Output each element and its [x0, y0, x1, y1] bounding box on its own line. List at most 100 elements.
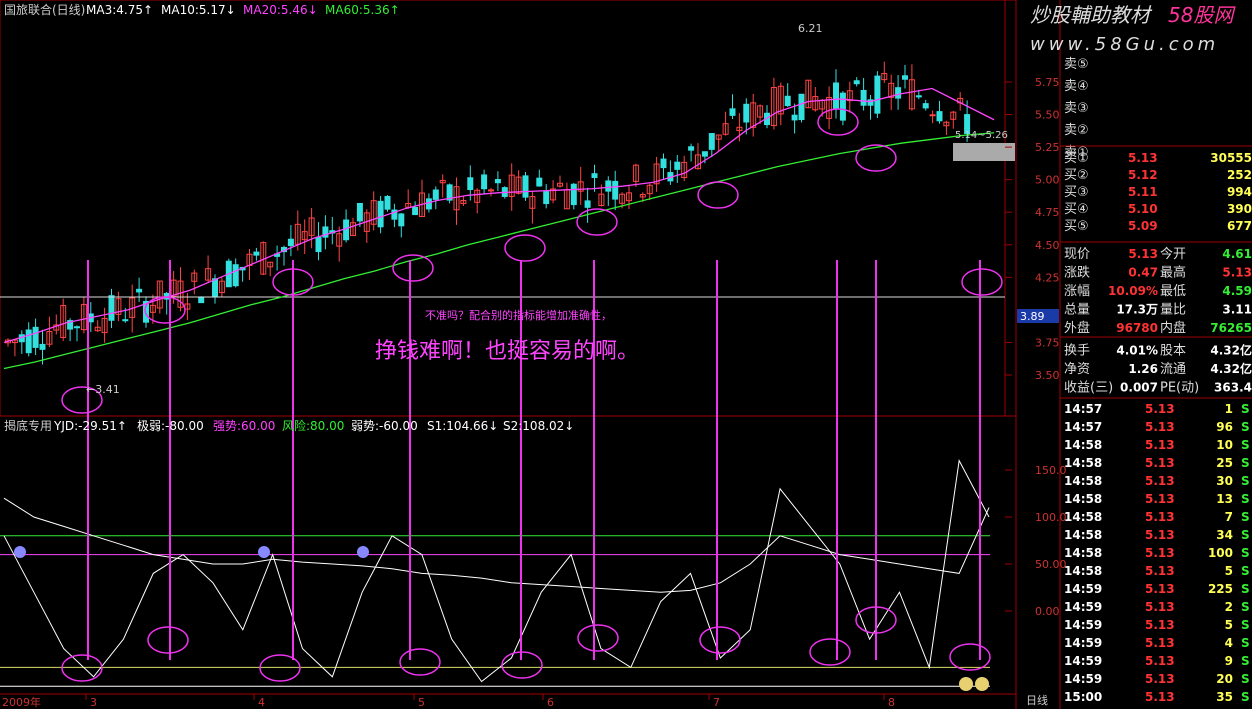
- indicator-tick-label-0: 150.0: [1035, 464, 1067, 477]
- sell-label-2: 卖③: [1064, 101, 1089, 116]
- candle-body-49: [343, 219, 350, 241]
- tick-side-3: S: [1241, 456, 1250, 470]
- candle-body-67: [467, 177, 474, 191]
- tick-side-2: S: [1241, 438, 1250, 452]
- buy-vol-3: 390: [1227, 202, 1252, 216]
- indicator-legend-item-1: 极弱:-80.00: [137, 419, 204, 433]
- indicator-legend: YJD:-29.51↑ 极弱:-80.00 强势:60.00 风险:80.00 弱势:-…: [53, 418, 574, 433]
- stat-value-a-3: 17.3万: [1116, 303, 1158, 317]
- indicator-panel[interactable]: [0, 459, 990, 691]
- indicator-legend-item-3: 风险:80.00: [282, 418, 344, 433]
- candle-body-55: [384, 195, 391, 210]
- annotation-circle-19: [949, 643, 991, 671]
- tick-side-11: S: [1241, 600, 1250, 614]
- candle-body-75: [522, 175, 529, 198]
- tick-vol-14: 9: [1225, 654, 1233, 668]
- candle-body-28: [198, 296, 205, 304]
- buy-price-3: 5.10: [1128, 202, 1158, 216]
- buy-vol-0: 30555: [1210, 151, 1252, 165]
- indicator-legend-item-4: 弱势:-60.00: [351, 419, 418, 433]
- stat-value-a-6: 1.26: [1128, 362, 1158, 376]
- ma-legend-item-0: MA3:4.75↑: [86, 3, 153, 17]
- candle-body-19: [136, 288, 143, 293]
- candle-body-15: [108, 295, 115, 321]
- indicator-tick-label-3: 0.00: [1035, 605, 1060, 618]
- tick-time-9: 14:58: [1064, 564, 1102, 578]
- tick-price-5: 5.13: [1145, 492, 1175, 506]
- ma-legend-item-2: MA20:5.46↓: [243, 3, 318, 17]
- buy-label-2: 买③: [1064, 185, 1089, 200]
- tick-time-3: 14:58: [1064, 456, 1102, 470]
- tick-list[interactable]: 14:57 5.13 1 S14:57 5.13 96 S14:58 5.13 10 S14:58…: [1064, 402, 1250, 704]
- tick-price-15: 5.13: [1145, 672, 1175, 686]
- indicator-legend-item-6: S2:108.02↓: [503, 419, 574, 433]
- tick-vol-4: 30: [1216, 474, 1233, 488]
- price-tick-label-4: 4.75: [1035, 206, 1060, 219]
- annotation-circle-7: [817, 108, 859, 136]
- stat-value-a-2: 10.09%: [1108, 284, 1158, 298]
- tick-time-16: 15:00: [1064, 690, 1102, 704]
- stat-value-b-3: 3.11: [1222, 303, 1252, 317]
- annotation-circle-9: [961, 268, 1003, 296]
- sell-label-3: 卖②: [1064, 123, 1089, 138]
- stock-chart-canvas[interactable]: 国旅联合(日线) MA3:4.75↑ MA10:5.17↓ MA20:5.46↓ MA…: [0, 0, 1252, 709]
- candle-body-102: [708, 133, 715, 150]
- tick-time-14: 14:59: [1064, 654, 1102, 668]
- candle-body-88: [612, 180, 619, 200]
- tick-side-5: S: [1241, 492, 1250, 506]
- stat-label-a-3: 总量: [1064, 303, 1090, 318]
- period-button[interactable]: 日线: [1026, 693, 1048, 707]
- indicator-legend-item-2: 强势:60.00: [213, 419, 275, 433]
- stat-value-b-1: 5.13: [1222, 266, 1252, 280]
- tick-price-13: 5.13: [1145, 636, 1175, 650]
- annotation-circle-4: [504, 234, 546, 262]
- tick-side-0: S: [1241, 402, 1250, 416]
- tick-vol-1: 96: [1216, 420, 1233, 434]
- indicator-line-S1: [3, 497, 990, 593]
- tick-side-6: S: [1241, 510, 1250, 524]
- tick-price-9: 5.13: [1145, 564, 1175, 578]
- x-month-label-3: 6: [547, 696, 554, 709]
- tick-side-16: S: [1241, 690, 1250, 704]
- annotation-circle-8: [855, 144, 897, 172]
- tick-side-1: S: [1241, 420, 1250, 434]
- candle-body-17: [122, 319, 129, 322]
- stat-value-b-6: 4.32亿: [1210, 361, 1252, 376]
- x-month-label-1: 4: [258, 696, 265, 709]
- stat-value-b-2: 4.59: [1222, 284, 1252, 298]
- tick-vol-0: 1: [1225, 402, 1233, 416]
- price-tick-label-1: 5.50: [1035, 109, 1060, 122]
- candle-body-5: [39, 343, 46, 350]
- price-tick-label-2: 5.25: [1035, 141, 1060, 154]
- tick-vol-12: 5: [1225, 618, 1233, 632]
- tick-side-8: S: [1241, 546, 1250, 560]
- tick-time-5: 14:58: [1064, 492, 1102, 506]
- ma-legend-item-1: MA10:5.17↓: [161, 3, 236, 17]
- stat-value-a-1: 0.47: [1128, 266, 1158, 280]
- candle-body-84: [584, 200, 591, 208]
- current-line-value: 3.89: [1020, 310, 1045, 323]
- buy-label-4: 买⑤: [1064, 219, 1089, 234]
- tick-side-14: S: [1241, 654, 1250, 668]
- price-axis: 5.75 5.50 5.25 5.00 4.75 4.50 4.25 3.75 3.50: [1005, 76, 1060, 382]
- candle-body-113: [784, 95, 791, 107]
- tick-price-3: 5.13: [1145, 456, 1175, 470]
- tick-vol-16: 35: [1216, 690, 1233, 704]
- annotation-circle-10: [61, 654, 103, 682]
- tick-price-4: 5.13: [1145, 474, 1175, 488]
- candle-body-59: [412, 206, 419, 216]
- annotation-circle-17: [809, 638, 851, 666]
- annotation-circle-12: [259, 654, 301, 682]
- stat-label-b-1: 最高: [1160, 265, 1186, 281]
- tick-price-10: 5.13: [1145, 582, 1175, 596]
- candle-body-85: [591, 173, 598, 178]
- candle-body-123: [853, 80, 860, 85]
- ma-legend-item-3: MA60:5.36↑: [325, 3, 400, 17]
- buy-label-1: 买②: [1064, 168, 1089, 183]
- tick-price-11: 5.13: [1145, 600, 1175, 614]
- stat-label-b-6: 流通: [1160, 362, 1186, 377]
- tick-vol-2: 10: [1216, 438, 1233, 452]
- price-tick-label-5: 4.50: [1035, 239, 1060, 252]
- stat-label-b-5: 股本: [1160, 344, 1186, 359]
- tick-price-16: 5.13: [1145, 690, 1175, 704]
